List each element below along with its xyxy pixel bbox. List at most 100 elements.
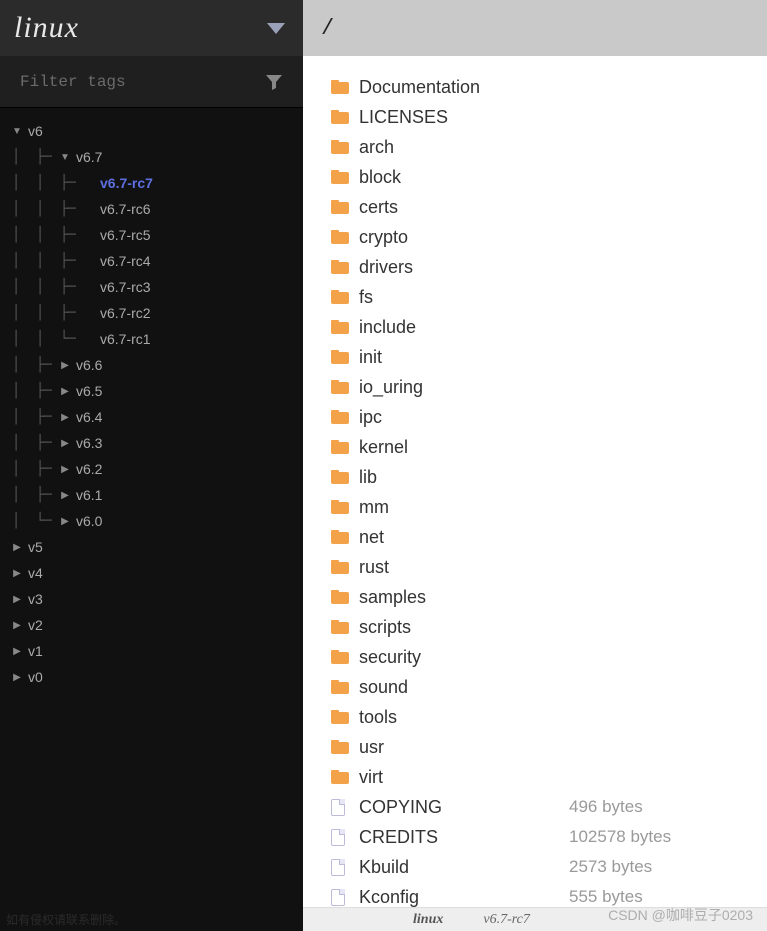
folder-icon [331, 350, 349, 364]
folder-row[interactable]: crypto [331, 222, 761, 252]
chevron-right-icon[interactable]: ▶ [12, 672, 22, 683]
tree-node[interactable]: │ │ ├─ v6.7-rc2 [0, 300, 303, 326]
folder-row[interactable]: drivers [331, 252, 761, 282]
folder-row[interactable]: security [331, 642, 761, 672]
tree-node[interactable]: │ │ └─ v6.7-rc1 [0, 326, 303, 352]
chevron-right-icon[interactable]: ▶ [12, 646, 22, 657]
folder-row[interactable]: Documentation [331, 72, 761, 102]
folder-row[interactable]: usr [331, 732, 761, 762]
entry-size: 102578 bytes [569, 827, 671, 847]
chevron-right-icon[interactable]: ▶ [12, 594, 22, 605]
tree-node[interactable]: │ ├─▶v6.2 [0, 456, 303, 482]
folder-row[interactable]: fs [331, 282, 761, 312]
tree-node-label: v0 [28, 669, 43, 685]
folder-row[interactable]: scripts [331, 612, 761, 642]
tag-tree[interactable]: ▼v6│ ├─▼v6.7│ │ ├─ v6.7-rc7│ │ ├─ v6.7-r… [0, 108, 303, 931]
file-row[interactable]: COPYING496 bytes [331, 792, 761, 822]
entry-name: CREDITS [359, 827, 569, 848]
tree-node[interactable]: │ │ ├─ v6.7-rc7 [0, 170, 303, 196]
chevron-right-icon[interactable]: ▶ [60, 516, 70, 527]
chevron-right-icon[interactable]: ▶ [60, 412, 70, 423]
tree-node[interactable]: │ │ ├─ v6.7-rc4 [0, 248, 303, 274]
tree-node[interactable]: │ ├─▶v6.3 [0, 430, 303, 456]
tree-node[interactable]: ▶v2 [0, 612, 303, 638]
status-tag: v6.7-rc7 [483, 912, 530, 928]
folder-icon [331, 530, 349, 544]
folder-row[interactable]: block [331, 162, 761, 192]
file-row[interactable]: Kbuild2573 bytes [331, 852, 761, 882]
folder-row[interactable]: kernel [331, 432, 761, 462]
entry-name: sound [359, 677, 569, 698]
folder-row[interactable]: ipc [331, 402, 761, 432]
tree-node-label: v6.7-rc4 [100, 253, 151, 269]
tree-node[interactable]: │ ├─▶v6.1 [0, 482, 303, 508]
tree-node[interactable]: │ ├─▶v6.4 [0, 404, 303, 430]
folder-icon [331, 110, 349, 124]
tree-leaf-spacer [84, 230, 94, 241]
file-listing[interactable]: DocumentationLICENSESarch block certs crypt… [303, 56, 767, 907]
chevron-right-icon[interactable]: ▶ [12, 542, 22, 553]
folder-row[interactable]: mm [331, 492, 761, 522]
folder-icon [331, 740, 349, 754]
tree-node[interactable]: │ └─▶v6.0 [0, 508, 303, 534]
tree-node[interactable]: │ │ ├─ v6.7-rc6 [0, 196, 303, 222]
chevron-right-icon[interactable]: ▶ [60, 360, 70, 371]
tree-node-label: v4 [28, 565, 43, 581]
file-row[interactable]: Kconfig555 bytes [331, 882, 761, 907]
folder-icon [331, 200, 349, 214]
chevron-right-icon[interactable]: ▶ [60, 438, 70, 449]
entry-name: mm [359, 497, 569, 518]
tree-node-label: v6.5 [76, 383, 102, 399]
chevron-down-icon[interactable]: ▼ [12, 126, 22, 137]
folder-row[interactable]: io_uring [331, 372, 761, 402]
folder-row[interactable]: sound [331, 672, 761, 702]
folder-row[interactable]: lib [331, 462, 761, 492]
entry-name: net [359, 527, 569, 548]
tree-node-label: v6.2 [76, 461, 102, 477]
folder-row[interactable]: net [331, 522, 761, 552]
tree-node[interactable]: │ ├─▶v6.5 [0, 378, 303, 404]
chevron-right-icon[interactable]: ▶ [60, 464, 70, 475]
tree-node[interactable]: ▶ v3 [0, 586, 303, 612]
tree-leaf-spacer [84, 178, 94, 189]
file-row[interactable]: CREDITS102578 bytes [331, 822, 761, 852]
tree-node-label: v3 [28, 591, 43, 607]
project-dropdown-icon[interactable] [267, 23, 285, 34]
folder-row[interactable]: rust [331, 552, 761, 582]
tree-node[interactable]: │ ├─▶v6.6 [0, 352, 303, 378]
chevron-right-icon[interactable]: ▶ [60, 386, 70, 397]
tree-node[interactable]: ▶ v4 [0, 560, 303, 586]
folder-icon [331, 650, 349, 664]
folder-row[interactable]: tools [331, 702, 761, 732]
tree-node[interactable]: ▶v1 [0, 638, 303, 664]
tree-node[interactable]: ▶ v0 [0, 664, 303, 690]
tree-node[interactable]: ▼v6 [0, 118, 303, 144]
tree-node[interactable]: │ ├─▼v6.7 [0, 144, 303, 170]
folder-icon [331, 680, 349, 694]
folder-icon [331, 710, 349, 724]
entry-name: include [359, 317, 569, 338]
folder-row[interactable]: LICENSES [331, 102, 761, 132]
folder-row[interactable]: include [331, 312, 761, 342]
entry-name: samples [359, 587, 569, 608]
tree-node[interactable]: ▶ v5 [0, 534, 303, 560]
folder-row[interactable]: certs [331, 192, 761, 222]
folder-row[interactable]: init [331, 342, 761, 372]
path-bar[interactable]: / [303, 0, 767, 56]
filter-icon[interactable] [265, 73, 283, 91]
chevron-right-icon[interactable]: ▶ [60, 490, 70, 501]
chevron-down-icon[interactable]: ▼ [60, 152, 70, 163]
folder-row[interactable]: arch [331, 132, 761, 162]
folder-row[interactable]: samples [331, 582, 761, 612]
tree-node-label: v5 [28, 539, 43, 555]
tree-node-label: v6.6 [76, 357, 102, 373]
entry-name: certs [359, 197, 569, 218]
folder-row[interactable]: virt [331, 762, 761, 792]
entry-name: block [359, 167, 569, 188]
entry-name: ipc [359, 407, 569, 428]
chevron-right-icon[interactable]: ▶ [12, 568, 22, 579]
filter-tags-input[interactable] [20, 73, 230, 91]
chevron-right-icon[interactable]: ▶ [12, 620, 22, 631]
tree-node[interactable]: │ │ ├─ v6.7-rc5 [0, 222, 303, 248]
tree-node[interactable]: │ │ ├─ v6.7-rc3 [0, 274, 303, 300]
